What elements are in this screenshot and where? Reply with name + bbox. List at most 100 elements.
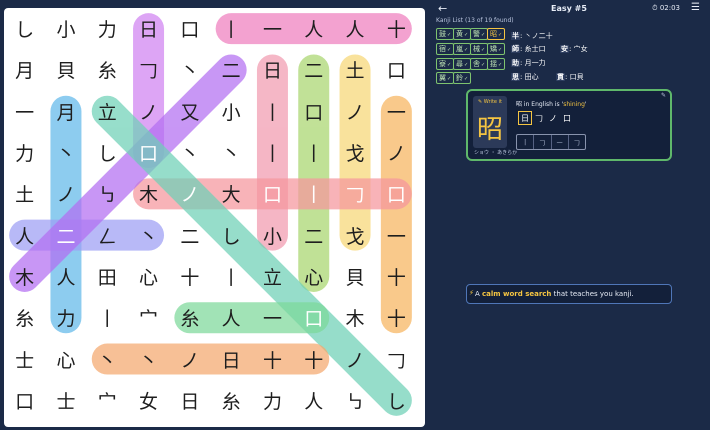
kanji-component[interactable]: 口 <box>560 111 574 125</box>
kanji-chip[interactable]: 械✓ <box>470 43 489 55</box>
grid-cell[interactable]: 士 <box>45 380 86 421</box>
grid-cell[interactable]: し <box>376 380 417 421</box>
kanji-chip[interactable]: 尋✓ <box>453 58 472 70</box>
grid-cell[interactable]: 丨 <box>293 132 334 173</box>
kanji-chip[interactable]: 翼✓ <box>436 72 455 84</box>
grid-cell[interactable]: 力 <box>45 297 86 338</box>
grid-cell[interactable]: 口 <box>376 173 417 214</box>
grid-cell[interactable]: 丶 <box>45 132 86 173</box>
grid-cell[interactable]: 十 <box>169 256 210 297</box>
grid-cell[interactable]: ㇉ <box>334 380 375 421</box>
grid-cell[interactable]: 月 <box>45 91 86 132</box>
grid-cell[interactable]: 丶 <box>169 49 210 90</box>
grid-cell[interactable]: 人 <box>293 8 334 49</box>
grid-cell[interactable]: 二 <box>211 49 252 90</box>
grid-cell[interactable]: 力 <box>252 380 293 421</box>
grid-cell[interactable]: ノ <box>334 338 375 379</box>
grid-cell[interactable]: 口 <box>252 173 293 214</box>
kanji-chip[interactable]: 鈴✓ <box>453 72 472 84</box>
grid-cell[interactable]: 丶 <box>128 215 169 256</box>
grid-cell[interactable]: 一 <box>4 91 45 132</box>
write-it-panel[interactable]: ✎ Write it 昭 <box>473 96 507 148</box>
grid-cell[interactable]: 一 <box>376 91 417 132</box>
grid-cell[interactable]: ノ <box>376 132 417 173</box>
edit-icon[interactable]: ✎ <box>661 92 666 99</box>
grid-cell[interactable]: し <box>87 132 128 173</box>
grid-cell[interactable]: 丨 <box>252 132 293 173</box>
grid-cell[interactable]: 糸 <box>4 297 45 338</box>
grid-cell[interactable]: し <box>211 215 252 256</box>
grid-cell[interactable]: 𠃌 <box>128 49 169 90</box>
kanji-chip[interactable]: 昭✓ <box>487 28 506 40</box>
kanji-chip[interactable]: 寮✓ <box>436 58 455 70</box>
kanji-chip[interactable]: 鼓✓ <box>436 28 455 40</box>
grid-cell[interactable]: 人 <box>334 8 375 49</box>
grid-cell[interactable]: 人 <box>211 297 252 338</box>
grid-cell[interactable]: 二 <box>293 215 334 256</box>
grid-cell[interactable]: 日 <box>128 8 169 49</box>
grid-cell[interactable]: 丨 <box>211 8 252 49</box>
kanji-chip[interactable]: 警✓ <box>470 28 489 40</box>
grid-cell[interactable]: 大 <box>211 173 252 214</box>
grid-cell[interactable]: 丨 <box>252 91 293 132</box>
grid-cell[interactable]: 日 <box>169 380 210 421</box>
grid-cell[interactable]: 十 <box>376 8 417 49</box>
grid-cell[interactable]: ノ <box>334 91 375 132</box>
grid-cell[interactable]: ㄥ <box>87 215 128 256</box>
kanji-chip[interactable]: 矯✓ <box>487 43 506 55</box>
grid-cell[interactable]: 糸 <box>169 297 210 338</box>
grid-cell[interactable]: 心 <box>128 256 169 297</box>
kanji-component[interactable]: 日 <box>518 111 532 125</box>
grid-cell[interactable]: 人 <box>45 256 86 297</box>
grid-cell[interactable]: 日 <box>211 338 252 379</box>
grid-cell[interactable]: 糸 <box>211 380 252 421</box>
kanji-component[interactable]: ノ <box>546 111 560 125</box>
kanji-chip[interactable]: 嵐✓ <box>453 43 472 55</box>
grid-cell[interactable]: 力 <box>4 132 45 173</box>
grid-cell[interactable]: 木 <box>128 173 169 214</box>
kanji-chip[interactable]: 黄✓ <box>453 28 472 40</box>
grid-cell[interactable]: 糸 <box>87 49 128 90</box>
grid-cell[interactable]: 丨 <box>293 173 334 214</box>
grid-cell[interactable]: 丶 <box>169 132 210 173</box>
grid-cell[interactable]: 心 <box>45 338 86 379</box>
grid-cell[interactable]: 戈 <box>334 215 375 256</box>
grid-cell[interactable]: 丨 <box>211 256 252 297</box>
grid-cell[interactable]: 𠃌 <box>334 173 375 214</box>
grid-cell[interactable]: 立 <box>252 256 293 297</box>
grid-cell[interactable]: 十 <box>293 338 334 379</box>
grid-cell[interactable]: 丶 <box>211 132 252 173</box>
grid-cell[interactable]: 一 <box>252 297 293 338</box>
grid-cell[interactable]: ノ <box>128 91 169 132</box>
grid-cell[interactable]: 十 <box>252 338 293 379</box>
grid-cell[interactable]: 口 <box>293 91 334 132</box>
grid-cell[interactable]: 二 <box>45 215 86 256</box>
grid-cell[interactable]: 二 <box>169 215 210 256</box>
grid-cell[interactable]: 口 <box>293 297 334 338</box>
grid-cell[interactable]: 貝 <box>45 49 86 90</box>
grid-cell[interactable]: 丶 <box>87 338 128 379</box>
grid-cell[interactable]: 𠃌 <box>376 338 417 379</box>
grid-cell[interactable]: 又 <box>169 91 210 132</box>
grid-cell[interactable]: 二 <box>293 49 334 90</box>
kanji-chip[interactable]: 揺✓ <box>487 58 506 70</box>
grid-cell[interactable]: 土 <box>334 49 375 90</box>
kanji-chip[interactable]: 舎✓ <box>470 58 489 70</box>
grid-cell[interactable]: 宀 <box>128 297 169 338</box>
grid-cell[interactable]: 口 <box>128 132 169 173</box>
grid-cell[interactable]: 小 <box>211 91 252 132</box>
grid-cell[interactable]: ノ <box>169 173 210 214</box>
grid-cell[interactable]: 小 <box>252 215 293 256</box>
kanji-chip[interactable]: 宿✓ <box>436 43 455 55</box>
grid-cell[interactable]: 力 <box>87 8 128 49</box>
grid-cell[interactable]: 心 <box>293 256 334 297</box>
grid-cell[interactable]: 女 <box>128 380 169 421</box>
grid-cell[interactable]: 口 <box>4 380 45 421</box>
grid-cell[interactable]: 丶 <box>128 338 169 379</box>
grid-cell[interactable]: 田 <box>87 256 128 297</box>
grid-cell[interactable]: 十 <box>376 256 417 297</box>
word-search-board[interactable]: し小力日口丨一人人十月貝糸𠃌丶二日二土口一月立ノ又小丨口ノ一力丶し口丶丶丨丨戈ノ… <box>4 8 425 427</box>
grid-cell[interactable]: ノ <box>169 338 210 379</box>
menu-icon[interactable]: ☰ <box>691 2 700 13</box>
grid-cell[interactable]: ノ <box>45 173 86 214</box>
